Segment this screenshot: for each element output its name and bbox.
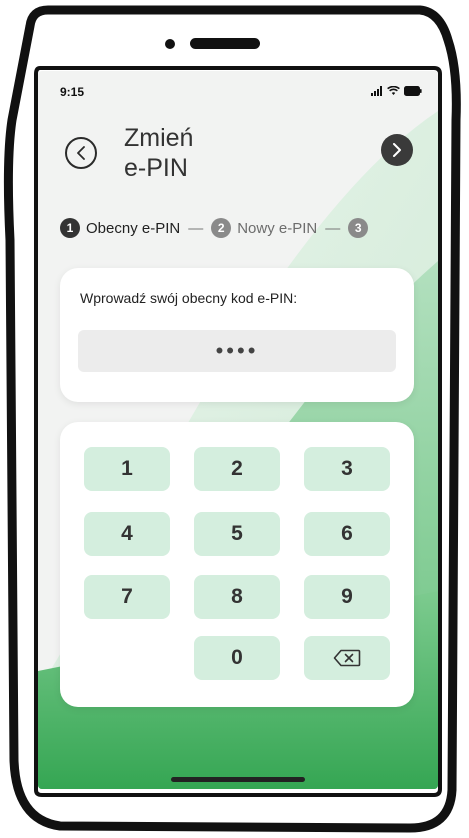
app-screen: 9:15 Zmień e-PIN 1 Obecny e-PIN — 2 Nowy… [38, 71, 438, 789]
pin-entry-card: Wprowadź swój obecny kod e-PIN: •••• [60, 268, 414, 402]
key-3[interactable]: 3 [304, 447, 390, 491]
speaker-slot [190, 38, 260, 49]
step-indicator: 1 Obecny e-PIN — 2 Nowy e-PIN — 3 [60, 217, 374, 239]
chevron-left-icon [77, 146, 85, 160]
step-1-number: 1 [60, 218, 80, 238]
backspace-button[interactable] [304, 636, 390, 680]
step-3-number: 3 [348, 218, 369, 238]
phone-mockup: 9:15 Zmień e-PIN 1 Obecny e-PIN — 2 Nowy… [0, 0, 469, 838]
key-9[interactable]: 9 [304, 575, 390, 619]
chevron-right-icon [393, 143, 401, 157]
step-1-label: Obecny e-PIN [86, 219, 181, 237]
key-0[interactable]: 0 [194, 636, 280, 680]
step-separator: — [325, 219, 341, 237]
key-4[interactable]: 4 [84, 512, 170, 556]
page-title-line2: e-PIN [124, 154, 188, 182]
key-1[interactable]: 1 [84, 447, 170, 491]
keypad: 1 2 3 4 5 6 7 8 9 0 [60, 422, 414, 707]
home-indicator[interactable] [171, 777, 305, 782]
next-button[interactable] [381, 134, 413, 166]
step-2-number: 2 [211, 218, 232, 238]
page-title-line1: Zmień [124, 124, 194, 152]
pin-input[interactable]: •••• [78, 330, 396, 372]
signal-icon [371, 86, 382, 96]
step-2-label: Nowy e-PIN [237, 219, 318, 237]
key-8[interactable]: 8 [194, 575, 280, 619]
back-button[interactable] [65, 137, 97, 169]
wifi-icon [387, 86, 400, 95]
camera-dot [165, 39, 175, 49]
key-2[interactable]: 2 [194, 447, 280, 491]
battery-icon [404, 86, 422, 96]
key-7[interactable]: 7 [84, 575, 170, 619]
status-icons [371, 86, 422, 96]
page-title: Zmień e-PIN [124, 123, 324, 183]
backspace-icon [333, 649, 361, 667]
key-5[interactable]: 5 [194, 512, 280, 556]
step-separator: — [188, 219, 204, 237]
pin-prompt: Wprowadź swój obecny kod e-PIN: [80, 290, 298, 306]
status-time: 9:15 [60, 85, 85, 99]
key-6[interactable]: 6 [304, 512, 390, 556]
